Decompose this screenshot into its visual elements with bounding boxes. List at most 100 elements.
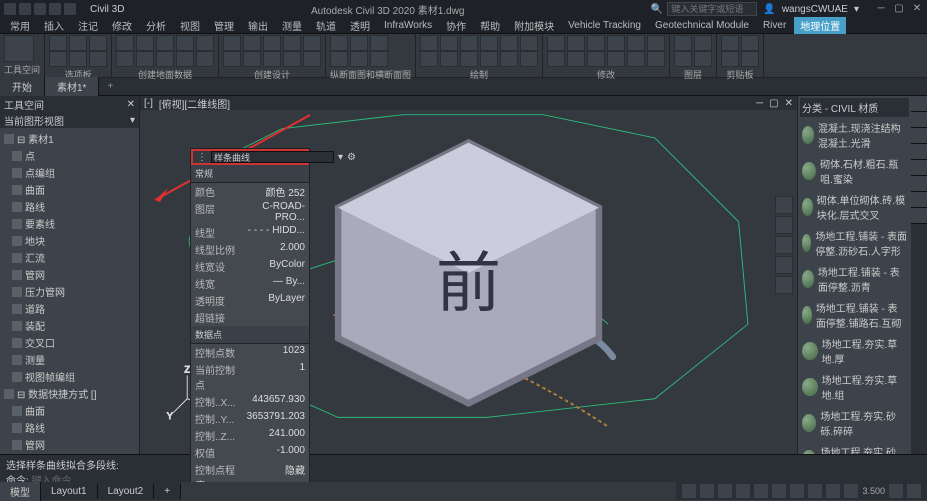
tree-node[interactable]: 管网 [2, 436, 137, 453]
tree-node[interactable]: 视图帧编组 [2, 368, 137, 385]
ribbon-button[interactable] [49, 51, 67, 67]
material-item[interactable]: 砌体.单位砌体.砖.模块化.层式交叉 [800, 189, 909, 225]
tree-node[interactable]: 管网 [2, 266, 137, 283]
ribbon-button[interactable] [587, 51, 605, 67]
prop-value[interactable]: -1.000 [239, 445, 305, 460]
prop-value[interactable]: 241.000 [239, 428, 305, 443]
ribbon-button[interactable] [520, 35, 538, 51]
status-customize-icon[interactable] [907, 484, 921, 498]
prop-row[interactable]: 控制..Y...3653791.203 [191, 410, 309, 427]
ribbon-button[interactable] [283, 51, 301, 67]
ribbon-button[interactable] [674, 51, 692, 67]
tree-node[interactable]: 测量 [2, 351, 137, 368]
ribbon-button[interactable] [350, 35, 368, 51]
ribbon-button[interactable] [587, 35, 605, 51]
ribbon-button[interactable] [223, 35, 241, 51]
nav-wheel-icon[interactable] [775, 196, 793, 214]
prop-row[interactable]: 线型比例2.000 [191, 241, 309, 258]
prop-row[interactable]: 权值-1.000 [191, 444, 309, 461]
material-item[interactable]: 场地工程.夯实.草地.厚 [800, 333, 909, 369]
ribbon-button[interactable] [607, 51, 625, 67]
close-button[interactable]: ✕ [911, 3, 923, 15]
status-lwt-icon[interactable] [826, 484, 840, 498]
ribbon-button[interactable] [223, 51, 241, 67]
material-item[interactable]: 砌体.石材.粗石.瓶咀.蜜染 [800, 153, 909, 189]
ribbon-button[interactable] [370, 35, 388, 51]
ribbon-button[interactable] [460, 51, 478, 67]
tree-node[interactable]: 路线 [2, 419, 137, 436]
vtab-3[interactable] [911, 128, 927, 144]
material-item[interactable]: 场地工程.铺装 - 表面停整.沥青 [800, 261, 909, 297]
ribbon-button[interactable] [480, 51, 498, 67]
quick-select-icon[interactable]: ⚙ [347, 152, 356, 163]
menu-Vehicle Tracking[interactable]: Vehicle Tracking [562, 19, 647, 32]
ribbon-button[interactable] [116, 51, 134, 67]
ribbon-button[interactable] [136, 35, 154, 51]
ribbon-button[interactable] [243, 35, 261, 51]
prop-value[interactable]: 隐藏 [239, 462, 305, 482]
prop-row[interactable]: 透明度ByLayer [191, 292, 309, 309]
ribbon-button[interactable] [243, 51, 261, 67]
ribbon-button[interactable] [741, 51, 759, 67]
ribbon-button[interactable] [89, 51, 107, 67]
ribbon-button[interactable] [674, 35, 692, 51]
ribbon-button[interactable] [607, 35, 625, 51]
qat-new-icon[interactable] [4, 3, 16, 15]
prop-value[interactable]: 443657.930 [239, 394, 305, 409]
prop-row[interactable]: 控制点程度隐藏 [191, 461, 309, 482]
toolspace-close-icon[interactable]: ✕ [127, 99, 135, 110]
qat-undo-icon[interactable] [49, 3, 61, 15]
status-scale-value[interactable]: 3.500 [862, 486, 885, 496]
ribbon-button[interactable] [567, 51, 585, 67]
qat-save-icon[interactable] [34, 3, 46, 15]
menu-帮助[interactable]: 帮助 [474, 17, 506, 34]
ribbon-button[interactable] [89, 35, 107, 51]
prop-value[interactable]: — By... [239, 276, 305, 291]
prop-value[interactable]: 颜色 252 [239, 184, 305, 199]
status-ortho-icon[interactable] [736, 484, 750, 498]
ribbon-button[interactable] [176, 51, 194, 67]
prop-row[interactable]: 线型- - - - HIDD... [191, 224, 309, 241]
palette-grip-icon[interactable]: ⋮ [197, 152, 207, 163]
ribbon-button[interactable] [627, 35, 645, 51]
prop-row[interactable]: 线宽设ByColor [191, 258, 309, 275]
ribbon-button[interactable] [176, 35, 194, 51]
menu-地理位置[interactable]: 地理位置 [794, 17, 846, 34]
qat-redo-icon[interactable] [64, 3, 76, 15]
tree-node[interactable]: 交叉口 [2, 334, 137, 351]
prop-row[interactable]: 颜色颜色 252 [191, 183, 309, 200]
ribbon-button[interactable] [694, 51, 712, 67]
ribbon-button[interactable] [520, 51, 538, 67]
menu-注记[interactable]: 注记 [72, 17, 104, 34]
doc-tab-开始[interactable]: 开始 [0, 77, 45, 96]
qat-open-icon[interactable] [19, 3, 31, 15]
menu-测量[interactable]: 测量 [276, 17, 308, 34]
command-line[interactable]: 选择样条曲线拟合多段线: 命令: 键入命令 [0, 454, 927, 482]
ribbon-button[interactable] [721, 51, 739, 67]
prop-value[interactable]: 2.000 [239, 242, 305, 257]
vtab-1[interactable] [911, 96, 927, 112]
status-otrack-icon[interactable] [808, 484, 822, 498]
layout-tab-Layout2[interactable]: Layout2 [98, 484, 155, 499]
ribbon-button[interactable] [350, 51, 368, 67]
nav-orbit-icon[interactable] [775, 256, 793, 274]
menu-修改[interactable]: 修改 [106, 17, 138, 34]
material-item[interactable]: 场地工程.铺装 - 表面停整.铺路石.互砌 [800, 297, 909, 333]
status-osnap-icon[interactable] [772, 484, 786, 498]
status-polar-icon[interactable] [754, 484, 768, 498]
ribbon-button[interactable] [116, 35, 134, 51]
material-item[interactable]: 场地工程.铺装 - 表面停整.沥砂石.人字形 [800, 225, 909, 261]
tree-node[interactable]: 点 [2, 147, 137, 164]
ribbon-button[interactable] [263, 35, 281, 51]
status-snap-icon[interactable] [718, 484, 732, 498]
ribbon-button[interactable] [547, 35, 565, 51]
prop-row[interactable]: 控制点数1023 [191, 344, 309, 361]
prop-value[interactable]: 1023 [239, 345, 305, 360]
ribbon-big-button[interactable] [4, 35, 34, 62]
tree-node[interactable]: 曲面 [2, 402, 137, 419]
material-item[interactable]: 场地工程.夯实.砂砾.碎碎 [800, 405, 909, 441]
layout-tab-Layout1[interactable]: Layout1 [41, 484, 98, 499]
tree-node[interactable]: ⊟ 素材1 [2, 130, 137, 147]
menu-管理[interactable]: 管理 [208, 17, 240, 34]
tree-node[interactable]: 点编组 [2, 164, 137, 181]
